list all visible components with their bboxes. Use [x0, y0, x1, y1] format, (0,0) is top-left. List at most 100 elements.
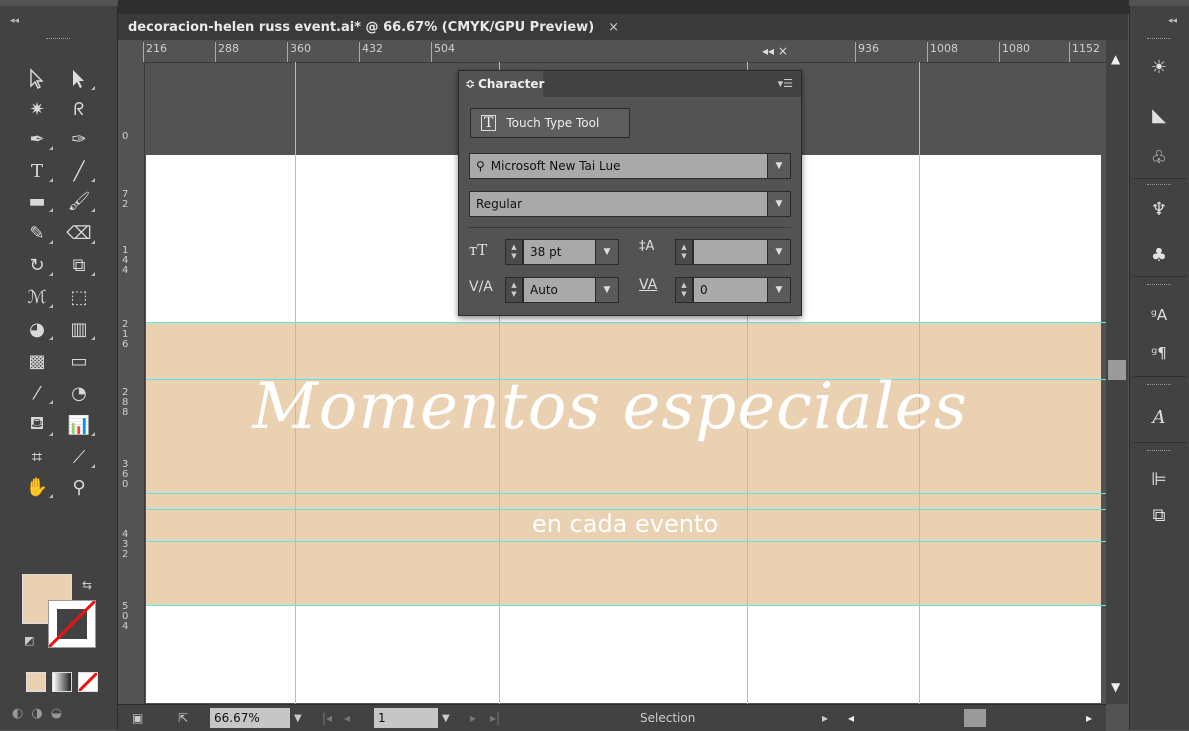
subheadline-text[interactable]: en cada evento: [440, 510, 810, 538]
free-transform-tool[interactable]: ⬚: [60, 282, 98, 312]
chevron-down-icon[interactable]: ▼: [767, 278, 790, 302]
curvature-tool[interactable]: ✑: [60, 124, 98, 154]
close-tab-icon[interactable]: ×: [608, 20, 619, 35]
font-family-field[interactable]: ⚲ Microsoft New Tai Lue ▼: [469, 153, 791, 179]
chevron-down-icon[interactable]: ▼: [767, 154, 790, 178]
dock-grip[interactable]: [1147, 38, 1171, 39]
appearance-icon[interactable]: ☀: [1144, 54, 1174, 80]
scroll-up-icon[interactable]: ▲: [1111, 52, 1120, 66]
gradient-mode-button[interactable]: [52, 672, 72, 692]
swap-colors-icon[interactable]: ⇆: [82, 578, 92, 592]
touch-type-tool-button[interactable]: T Touch Type Tool: [470, 108, 630, 138]
draw-normal-icon[interactable]: ◐: [12, 706, 23, 728]
eraser-tool[interactable]: ⌫: [60, 218, 98, 248]
rectangle-tool[interactable]: ▬: [18, 186, 56, 216]
pencil-tool[interactable]: ✎: [18, 218, 56, 248]
gradient-tool[interactable]: ▭: [60, 346, 98, 376]
vertical-ruler[interactable]: 0 72 144 216 288 360 432 504: [118, 62, 145, 704]
collapse-toolbar-button[interactable]: ◂◂: [10, 16, 19, 26]
blend-tool[interactable]: ◔: [60, 378, 98, 408]
perspective-grid-tool[interactable]: ▥: [60, 314, 98, 344]
horizontal-guide[interactable]: [146, 541, 1106, 542]
line-segment-tool[interactable]: ╱: [60, 156, 98, 186]
document-tab[interactable]: decoracion-helen russ event.ai* @ 66.67%…: [128, 14, 619, 40]
width-tool[interactable]: ℳ: [18, 282, 56, 312]
character-styles-icon[interactable]: ᵍA: [1144, 302, 1174, 328]
horizontal-ruler[interactable]: 216 288 360 432 504 936 1008 1080 1152: [118, 40, 1106, 63]
paintbrush-tool[interactable]: 🖌: [60, 186, 98, 216]
stroke-color-swatch[interactable]: [48, 600, 96, 648]
chevron-down-icon[interactable]: ▼: [767, 192, 790, 216]
kerning-field[interactable]: Auto ▼: [523, 277, 619, 303]
zoom-field[interactable]: 66.67%: [210, 708, 290, 728]
color-band[interactable]: [146, 322, 1101, 606]
toolbar-grip[interactable]: [46, 38, 70, 42]
next-artboard-icon[interactable]: ▸: [470, 708, 476, 728]
transparency-icon[interactable]: ♧: [1144, 144, 1174, 170]
pathfinder-icon[interactable]: ⧉: [1144, 502, 1174, 528]
zoom-tool[interactable]: ⚲: [60, 472, 98, 502]
symbols-icon[interactable]: ♣: [1144, 242, 1174, 268]
panel-collapse-close[interactable]: ◂◂ ×: [762, 44, 788, 58]
tracking-stepper[interactable]: ▲ ▼: [675, 277, 693, 303]
selection-tool[interactable]: [18, 64, 56, 94]
artboard-dropdown-icon[interactable]: ▼: [442, 708, 450, 728]
horizontal-guide[interactable]: [146, 493, 1106, 494]
scroll-left-icon[interactable]: ◂: [848, 708, 854, 728]
default-colors-icon[interactable]: ◩: [24, 634, 34, 647]
align-icon[interactable]: ⊫: [1144, 466, 1174, 492]
chevron-down-icon[interactable]: ▼: [767, 240, 790, 264]
leading-field[interactable]: ▼: [693, 239, 791, 265]
draw-inside-icon[interactable]: ◒: [51, 706, 62, 728]
dock-grip[interactable]: [1147, 450, 1171, 451]
lasso-tool[interactable]: ᖇ: [60, 94, 98, 124]
kerning-stepper[interactable]: ▲ ▼: [505, 277, 523, 303]
draw-behind-icon[interactable]: ◑: [31, 706, 42, 728]
type-tool[interactable]: T: [18, 156, 56, 186]
brushes-icon[interactable]: ♆: [1144, 196, 1174, 222]
artboard-tool[interactable]: ⌗: [18, 442, 56, 472]
symbol-sprayer-tool[interactable]: ⛾: [18, 410, 56, 440]
direct-selection-tool[interactable]: [60, 64, 98, 94]
chevron-down-icon[interactable]: ▼: [595, 240, 618, 264]
eyedropper-tool[interactable]: ⁄: [18, 378, 56, 408]
leading-stepper[interactable]: ▲ ▼: [675, 239, 693, 265]
gpu-performance-icon[interactable]: ▣: [132, 708, 143, 728]
dock-grip[interactable]: [1147, 184, 1171, 185]
scroll-thumb[interactable]: [1108, 360, 1126, 380]
font-style-field[interactable]: Regular ▼: [469, 191, 791, 217]
share-icon[interactable]: ⇱: [178, 708, 188, 728]
slice-tool[interactable]: ⟋: [60, 442, 98, 472]
dock-grip[interactable]: [1147, 384, 1171, 385]
tab-character[interactable]: ≎ Character: [459, 71, 544, 97]
column-graph-tool[interactable]: 📊: [60, 410, 98, 440]
rotate-tool[interactable]: ↻: [18, 250, 56, 280]
font-size-stepper[interactable]: ▲ ▼: [505, 239, 523, 265]
status-menu-icon[interactable]: ▸: [822, 708, 828, 728]
color-mode-button[interactable]: [26, 672, 46, 692]
none-mode-button[interactable]: [78, 672, 98, 692]
last-artboard-icon[interactable]: ▸|: [490, 708, 500, 728]
zoom-dropdown-icon[interactable]: ▼: [294, 708, 302, 728]
vertical-scrollbar[interactable]: ▲ ▼: [1106, 40, 1128, 704]
magic-wand-tool[interactable]: ✷: [18, 94, 56, 124]
previous-artboard-icon[interactable]: ◂: [344, 708, 350, 728]
paragraph-styles-icon[interactable]: ᵍ¶: [1144, 340, 1174, 366]
pen-tool[interactable]: ✒: [18, 124, 56, 154]
artboard-number-field[interactable]: 1: [374, 708, 438, 728]
shape-builder-tool[interactable]: ◕: [18, 314, 56, 344]
first-artboard-icon[interactable]: |◂: [322, 708, 332, 728]
chevron-down-icon[interactable]: ▼: [595, 278, 618, 302]
mesh-tool[interactable]: ▩: [18, 346, 56, 376]
headline-text[interactable]: Momentos especiales: [240, 370, 980, 444]
scroll-down-icon[interactable]: ▼: [1111, 680, 1120, 694]
scroll-right-icon[interactable]: ▸: [1086, 708, 1092, 728]
tracking-field[interactable]: 0 ▼: [693, 277, 791, 303]
gradient-panel-icon[interactable]: ◣: [1144, 102, 1174, 128]
horizontal-guide[interactable]: [146, 605, 1106, 606]
glyphs-icon[interactable]: A: [1144, 404, 1174, 430]
scale-tool[interactable]: ⧉: [60, 250, 98, 280]
panel-menu-icon[interactable]: ▾☰: [778, 77, 793, 90]
horizontal-scroll-thumb[interactable]: [964, 709, 986, 727]
collapse-dock-icon[interactable]: ◂◂: [1168, 16, 1177, 26]
